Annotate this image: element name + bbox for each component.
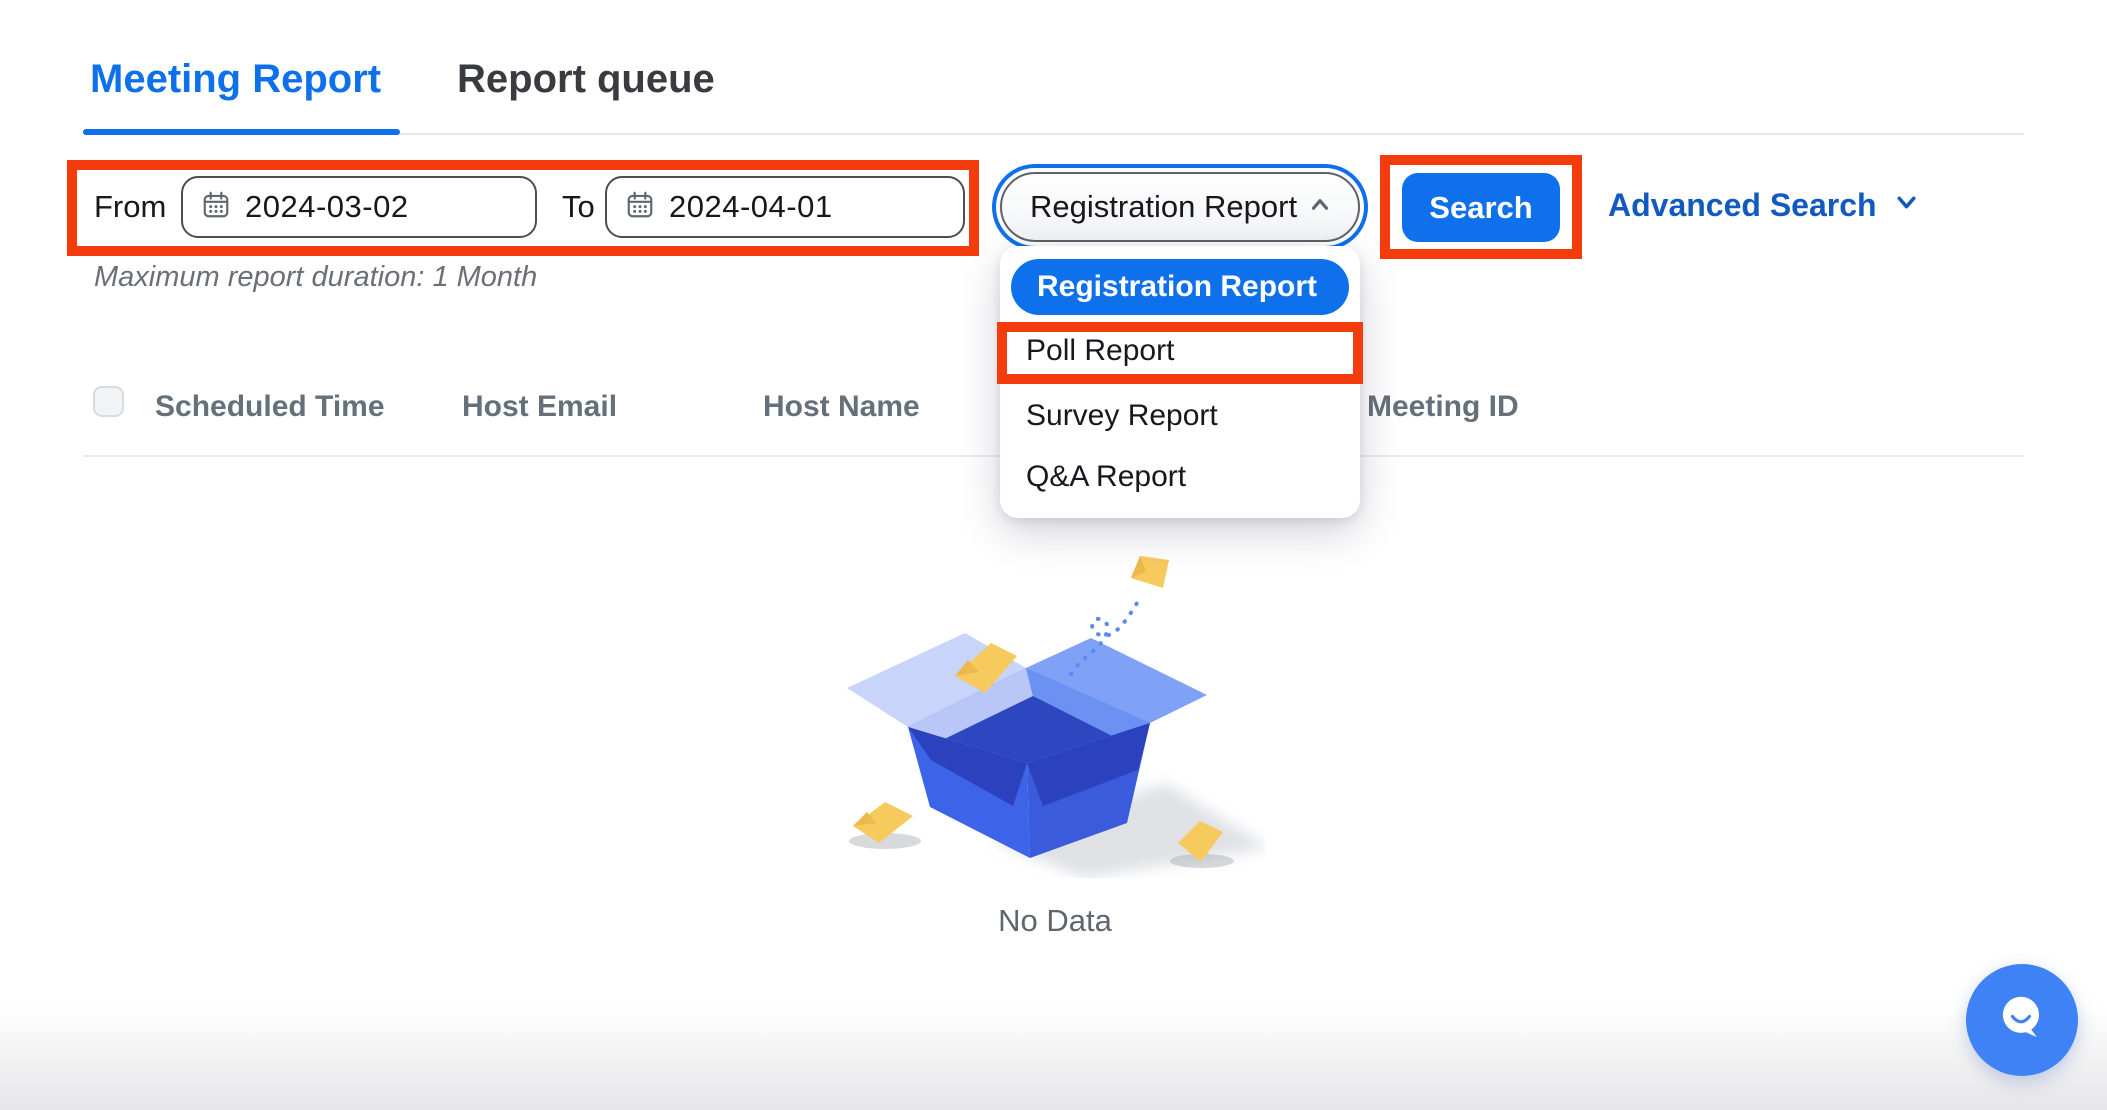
meeting-report-page: Meeting Report Report queue From 2024-03…: [0, 0, 2107, 1110]
calendar-icon: [625, 190, 655, 225]
column-header-meeting-id: Meeting ID: [1367, 390, 1519, 424]
max-duration-note: Maximum report duration: 1 Month: [94, 261, 537, 294]
report-type-select[interactable]: Registration Report: [1000, 172, 1360, 242]
from-date-value: 2024-03-02: [245, 189, 409, 225]
active-tab-underline: [83, 129, 400, 135]
advanced-search-link[interactable]: Advanced Search: [1608, 187, 1920, 224]
no-data-label: No Data: [845, 903, 1265, 939]
search-button[interactable]: Search: [1402, 173, 1560, 242]
to-date-value: 2024-04-01: [669, 189, 833, 225]
advanced-search-label: Advanced Search: [1608, 187, 1877, 224]
column-header-scheduled-time: Scheduled Time: [155, 390, 385, 424]
bottom-gradient: [0, 1005, 2107, 1110]
column-header-host-name: Host Name: [763, 390, 920, 424]
chat-bubble-icon: [1988, 984, 2056, 1057]
tab-report-queue[interactable]: Report queue: [457, 57, 715, 102]
option-qa-report[interactable]: Q&A Report: [1026, 460, 1186, 494]
option-registration-report[interactable]: Registration Report: [1011, 259, 1349, 315]
select-all-checkbox[interactable]: [93, 386, 124, 417]
to-label: To: [562, 189, 595, 225]
chevron-down-icon: [1893, 187, 1920, 224]
chevron-up-icon: [1306, 191, 1334, 224]
calendar-icon: [201, 190, 231, 225]
report-type-selected-value: Registration Report: [1030, 189, 1297, 225]
from-label: From: [94, 189, 166, 225]
column-header-host-email: Host Email: [462, 390, 617, 424]
option-survey-report[interactable]: Survey Report: [1026, 399, 1218, 433]
chat-launcher-button[interactable]: [1966, 964, 2078, 1076]
to-date-input[interactable]: 2024-04-01: [605, 176, 965, 238]
from-date-input[interactable]: 2024-03-02: [181, 176, 537, 238]
option-poll-report[interactable]: Poll Report: [1026, 334, 1174, 368]
empty-box-illustration: [845, 548, 1265, 878]
report-type-dropdown-menu: Registration Report Poll Report Survey R…: [1000, 246, 1360, 518]
tab-meeting-report[interactable]: Meeting Report: [90, 57, 381, 102]
